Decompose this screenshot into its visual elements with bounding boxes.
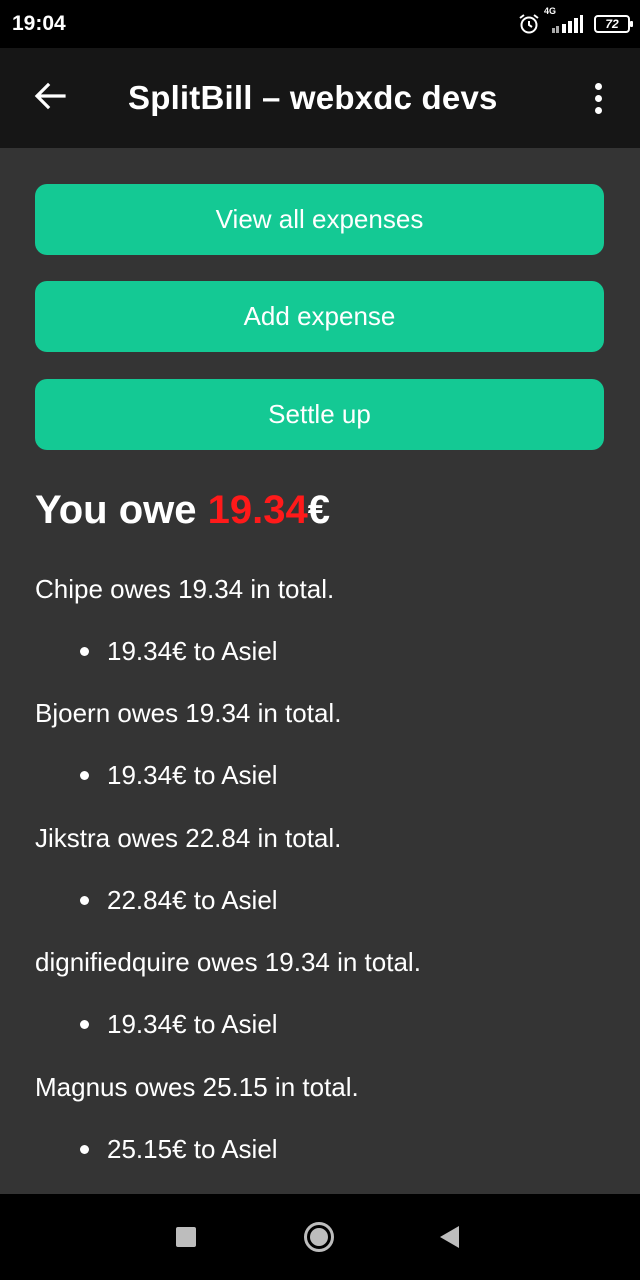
- view-all-expenses-button[interactable]: View all expenses: [35, 184, 604, 255]
- arrow-left-icon: [34, 82, 66, 115]
- debt-item-text: 19.34€ to Asiel: [107, 1009, 278, 1039]
- status-icons: 72: [518, 10, 633, 38]
- settle-up-button[interactable]: Settle up: [35, 379, 604, 450]
- bullet-icon: [80, 647, 89, 656]
- status-bar: 19:04 4G 72: [0, 0, 640, 48]
- debt-item-text: 25.15€ to Asiel: [107, 1134, 278, 1164]
- home-circle-icon[interactable]: [304, 1222, 334, 1252]
- add-expense-button[interactable]: Add expense: [35, 281, 604, 352]
- you-owe-heading: You owe 19.34€: [35, 488, 330, 533]
- app-bar: SplitBill – webxdc devs: [0, 48, 640, 148]
- battery-icon: 72: [594, 15, 633, 33]
- bullet-icon: [80, 1145, 89, 1154]
- you-owe-prefix: You owe: [35, 488, 208, 532]
- status-time: 19:04: [12, 12, 66, 35]
- more-vert-icon: [594, 82, 602, 114]
- debt-summary-line: dignifiedquire owes 19.34 in total.: [35, 947, 421, 977]
- debt-list-item: 22.84€ to Asiel: [80, 885, 278, 916]
- alarm-icon: [518, 13, 540, 35]
- debt-list-item: 25.15€ to Asiel: [80, 1134, 278, 1165]
- debt-item-text: 19.34€ to Asiel: [107, 760, 278, 790]
- back-button[interactable]: [24, 72, 76, 124]
- debt-summary-line: Chipe owes 19.34 in total.: [35, 574, 335, 604]
- bullet-icon: [80, 896, 89, 905]
- debt-list-item: 19.34€ to Asiel: [80, 1009, 278, 1040]
- currency-symbol: €: [307, 488, 330, 532]
- debt-summary-line: Jikstra owes 22.84 in total.: [35, 823, 342, 853]
- debt-item-text: 19.34€ to Asiel: [107, 636, 278, 666]
- app-title: SplitBill – webxdc devs: [128, 79, 498, 116]
- you-owe-amount: 19.34: [207, 488, 308, 532]
- overflow-menu-button[interactable]: [572, 72, 624, 124]
- debt-summary-line: Magnus owes 25.15 in total.: [35, 1072, 359, 1102]
- bullet-icon: [80, 771, 89, 780]
- signal-icon: [550, 14, 584, 34]
- debt-item-text: 22.84€ to Asiel: [107, 885, 278, 915]
- debt-list-item: 19.34€ to Asiel: [80, 760, 278, 791]
- bullet-icon: [80, 1020, 89, 1029]
- recents-square-icon[interactable]: [176, 1227, 196, 1247]
- back-triangle-icon[interactable]: [440, 1226, 459, 1248]
- system-navigation-bar: [0, 1194, 640, 1280]
- main-content: View all expenses Add expense Settle up …: [0, 148, 640, 1194]
- debt-list-item: 19.34€ to Asiel: [80, 636, 278, 667]
- debt-summary-line: Bjoern owes 19.34 in total.: [35, 698, 342, 728]
